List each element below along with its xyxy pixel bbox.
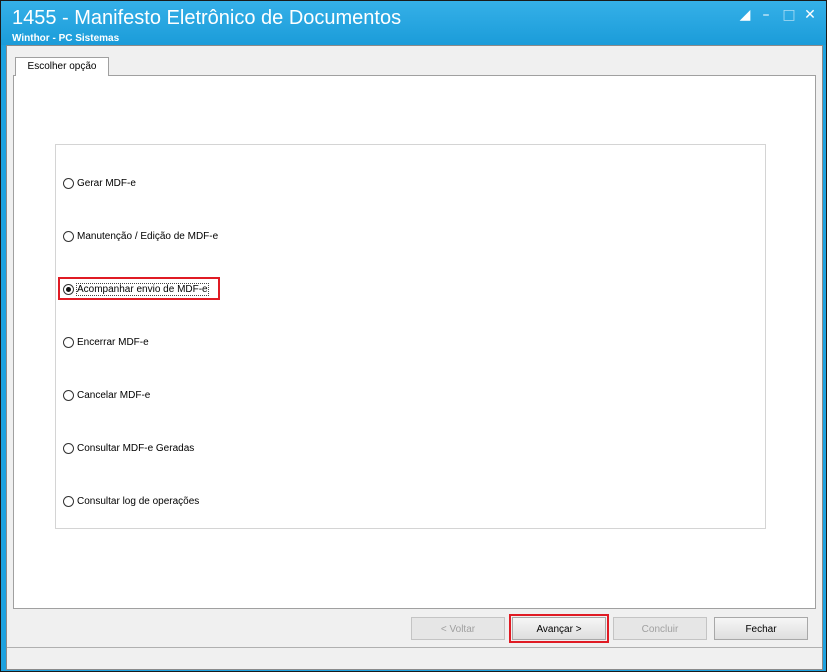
radio-button[interactable] [63,230,74,242]
window-subtitle: Winthor - PC Sistemas [12,33,120,44]
option-label: Cancelar MDF-e [77,389,151,401]
minimize-icon[interactable]: – [758,7,774,23]
title-bar[interactable]: 1455 - Manifesto Eletrônico de Documento… [1,1,826,45]
radio-button-selected[interactable] [63,283,74,295]
option-acompanhar-envio[interactable]: Acompanhar envio de MDF-e [63,281,209,297]
option-label: Consultar MDF-e Geradas [77,442,195,454]
close-button[interactable]: Fechar [714,617,808,640]
restore-icon[interactable]: ◢ [737,7,753,23]
status-bar [7,647,822,669]
radio-button[interactable] [63,495,74,507]
option-manutencao-mdfe[interactable]: Manutenção / Edição de MDF-e [63,228,218,244]
maximize-icon[interactable]: □ [781,7,797,23]
option-label: Consultar log de operações [77,495,200,507]
tab-escolher-opcao[interactable]: Escolher opção [15,57,109,76]
finish-button[interactable]: Concluir [613,617,707,640]
next-button[interactable]: Avançar > [509,614,609,643]
window-title: 1455 - Manifesto Eletrônico de Documento… [12,7,402,29]
option-encerrar-mdfe[interactable]: Encerrar MDF-e [63,334,149,350]
back-button[interactable]: < Voltar [411,617,505,640]
button-bar: < Voltar Avançar > Concluir Fechar [7,607,822,645]
app-window: 1455 - Manifesto Eletrônico de Documento… [0,0,827,672]
option-label: Gerar MDF-e [77,177,136,189]
option-gerar-mdfe[interactable]: Gerar MDF-e [63,175,136,191]
client-area: Escolher opção Gerar MDF-e Manutenção / … [6,45,823,670]
radio-button[interactable] [63,389,74,401]
option-cancelar-mdfe[interactable]: Cancelar MDF-e [63,387,150,403]
option-label: Acompanhar envio de MDF-e [76,282,209,296]
radio-button[interactable] [63,442,74,454]
tab-panel: Gerar MDF-e Manutenção / Edição de MDF-e… [13,75,816,609]
option-label: Manutenção / Edição de MDF-e [77,230,219,242]
radio-button[interactable] [63,336,74,348]
option-label: Encerrar MDF-e [77,336,149,348]
option-consultar-mdfe-geradas[interactable]: Consultar MDF-e Geradas [63,440,194,456]
radio-button[interactable] [63,177,74,189]
options-group: Gerar MDF-e Manutenção / Edição de MDF-e… [55,144,766,529]
close-icon[interactable]: ✕ [802,7,818,23]
option-consultar-log[interactable]: Consultar log de operações [63,493,199,509]
